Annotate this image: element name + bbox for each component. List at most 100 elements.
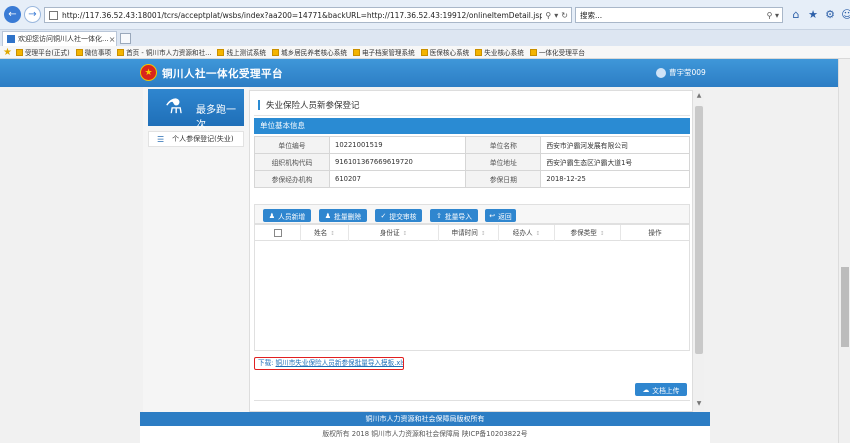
batch-delete-button[interactable]: ♟ 批量删除 [319,209,367,222]
column-label: 身份证 [379,229,400,237]
gear-icon[interactable]: ⚙ [824,8,836,21]
column-label: 申请时间 [451,229,478,237]
info-value: 916101367669619720 [328,153,467,171]
back-arrow-icon[interactable]: ← [4,6,21,23]
favorite-label: 微信事项 [84,49,112,57]
sort-icon: ↕ [535,231,541,237]
column-header-insurance-type[interactable]: 参保类型 ↕ [555,225,621,241]
banner-text: 最多跑一次 [196,105,236,131]
favorite-icon [15,48,23,56]
divider [254,115,690,116]
favorite-icon [117,48,125,56]
action-toolbar: ♟ 人员新增 ♟ 批量删除 ✓ 提交审核 ⇧ 批量导入 ↩ 返回 [254,204,690,224]
favorites-star-icon[interactable]: ★ [3,47,12,58]
user-menu[interactable]: 曹宇莹009 [656,67,706,78]
favorite-icon [75,48,83,56]
home-icon[interactable]: ⌂ [790,8,802,21]
url-input[interactable]: http://117.36.52.43:18001/tcrs/acceptpla… [44,7,572,23]
check-icon: ✓ [380,211,387,220]
template-download-link[interactable]: 铜川市失业保险人员新参保批量导入模板.xls [276,359,403,367]
browser-right-icons: ⌂ ★ ⚙ ☺ [790,8,850,21]
tab-strip: 欢迎您访问铜川人社一体化... × [0,30,850,46]
batch-import-button[interactable]: ⇧ 批量导入 [430,209,478,222]
download-label: 下载: [258,359,274,367]
favorite-icon [475,48,483,56]
search-icon[interactable]: ⚲ [545,11,551,20]
dropdown-icon[interactable]: ▾ [554,11,558,20]
add-person-button[interactable]: ♟ 人员新增 [263,209,311,222]
favorite-icon [272,48,280,56]
favorite-item[interactable]: 首页 - 铜川市人力资源和社... [117,47,211,57]
favorite-item[interactable]: 线上测试系统 [217,47,266,57]
site-header: ★ 铜川人社一体化受理平台 曹宇莹009 [0,59,850,87]
sort-icon: ↕ [480,231,486,237]
favorite-item[interactable]: 电子档案管理系统 [352,47,415,57]
national-emblem-icon: ★ [140,64,157,81]
favorite-icon [217,48,225,56]
main-panel: 失业保险人员新参保登记 单位基本信息 单位编号 10221001519 单位名称… [249,90,704,412]
favorite-item[interactable]: 城乡居民养老核心系统 [272,47,347,57]
info-label: 单位编号 [254,136,330,154]
upload-document-button[interactable]: ☁ 文档上传 [635,383,687,396]
url-text: http://117.36.52.43:18001/tcrs/acceptpla… [62,10,543,20]
favorite-label: 首页 - 铜川市人力资源和社... [126,49,212,57]
browser-tab[interactable]: 欢迎您访问铜川人社一体化... × [2,31,117,46]
table-row: 单位编号 10221001519 单位名称 西安市沪霸河发展有限公司 [254,136,690,154]
site-title: 铜川人社一体化受理平台 [162,68,283,80]
search-icon[interactable]: ⚲ ▾ [767,11,782,20]
search-input[interactable]: 搜索... ⚲ ▾ [575,7,783,23]
select-all-checkbox[interactable] [274,229,282,237]
section-header: 单位基本信息 [254,118,690,134]
button-label: 提交审核 [389,212,417,221]
favorite-label: 城乡居民养老核心系统 [281,49,347,57]
scroll-down-icon[interactable]: ▼ [695,400,703,408]
favorite-icon [352,48,360,56]
user-name: 曹宇莹009 [669,68,706,77]
favorite-item[interactable]: 微信事项 [75,47,112,57]
url-tools: ⚲ ▾ ↻ [542,11,571,20]
user-delete-icon: ♟ [324,211,332,220]
browser-address-bar: ← → http://117.36.52.43:18001/tcrs/accep… [0,0,850,30]
favorite-item[interactable]: 一体化受理平台 [529,47,585,57]
favorite-icon [529,48,537,56]
panel-scrollbar[interactable]: ▲ ▼ [692,90,704,412]
sidebar-item-personal-enrollment[interactable]: ☰ 个人参保登记(失业) [148,131,244,147]
refresh-icon[interactable]: ↻ [561,11,568,20]
favorite-item[interactable]: 医保核心系统 [420,47,469,57]
column-header-actions: 操作 [621,225,689,241]
scroll-thumb[interactable] [695,106,703,354]
scroll-up-icon[interactable]: ▲ [695,92,703,100]
forward-arrow-icon[interactable]: → [24,6,41,23]
button-label: 文档上传 [652,386,680,395]
column-label: 操作 [648,229,662,237]
footer-license: 版权所有 2018 铜川市人力资源和社会保障局 陕ICP备10203822号 [140,426,710,443]
favorite-item[interactable]: 失业核心系统 [475,47,524,57]
column-label: 参保类型 [570,229,597,237]
column-label: 姓名 [314,229,328,237]
info-label: 参保经办机构 [254,170,330,188]
info-label: 组织机构代码 [254,153,330,171]
column-header-id[interactable]: 身份证 ↕ [349,225,439,241]
favorite-item[interactable]: 受理平台(正式) [15,47,70,57]
column-header-apply-time[interactable]: 申请时间 ↕ [439,225,499,241]
info-label: 单位名称 [465,136,542,154]
new-tab-button[interactable] [120,33,131,44]
page-icon [49,10,58,20]
window-scrollbar[interactable] [838,59,850,443]
upload-icon: ⇧ [435,211,442,220]
smiley-icon[interactable]: ☺ [841,8,850,21]
info-value: 610207 [328,170,467,188]
info-value: 10221001519 [328,136,467,154]
select-all-cell [255,225,301,241]
column-header-handler[interactable]: 经办人 ↕ [499,225,555,241]
star-icon[interactable]: ★ [807,8,819,21]
favorites-bar: ★ 受理平台(正式) 微信事项 首页 - 铜川市人力资源和社... 线上测试系统… [0,46,850,59]
column-header-name[interactable]: 姓名 ↕ [301,225,349,241]
submit-review-button[interactable]: ✓ 提交审核 [375,209,422,222]
list-icon: ☰ [157,134,165,144]
close-icon[interactable]: × [109,35,116,44]
info-label: 参保日期 [465,170,542,188]
document-grid [254,400,690,411]
back-button[interactable]: ↩ 返回 [485,209,516,222]
window-scroll-thumb[interactable] [841,267,849,347]
